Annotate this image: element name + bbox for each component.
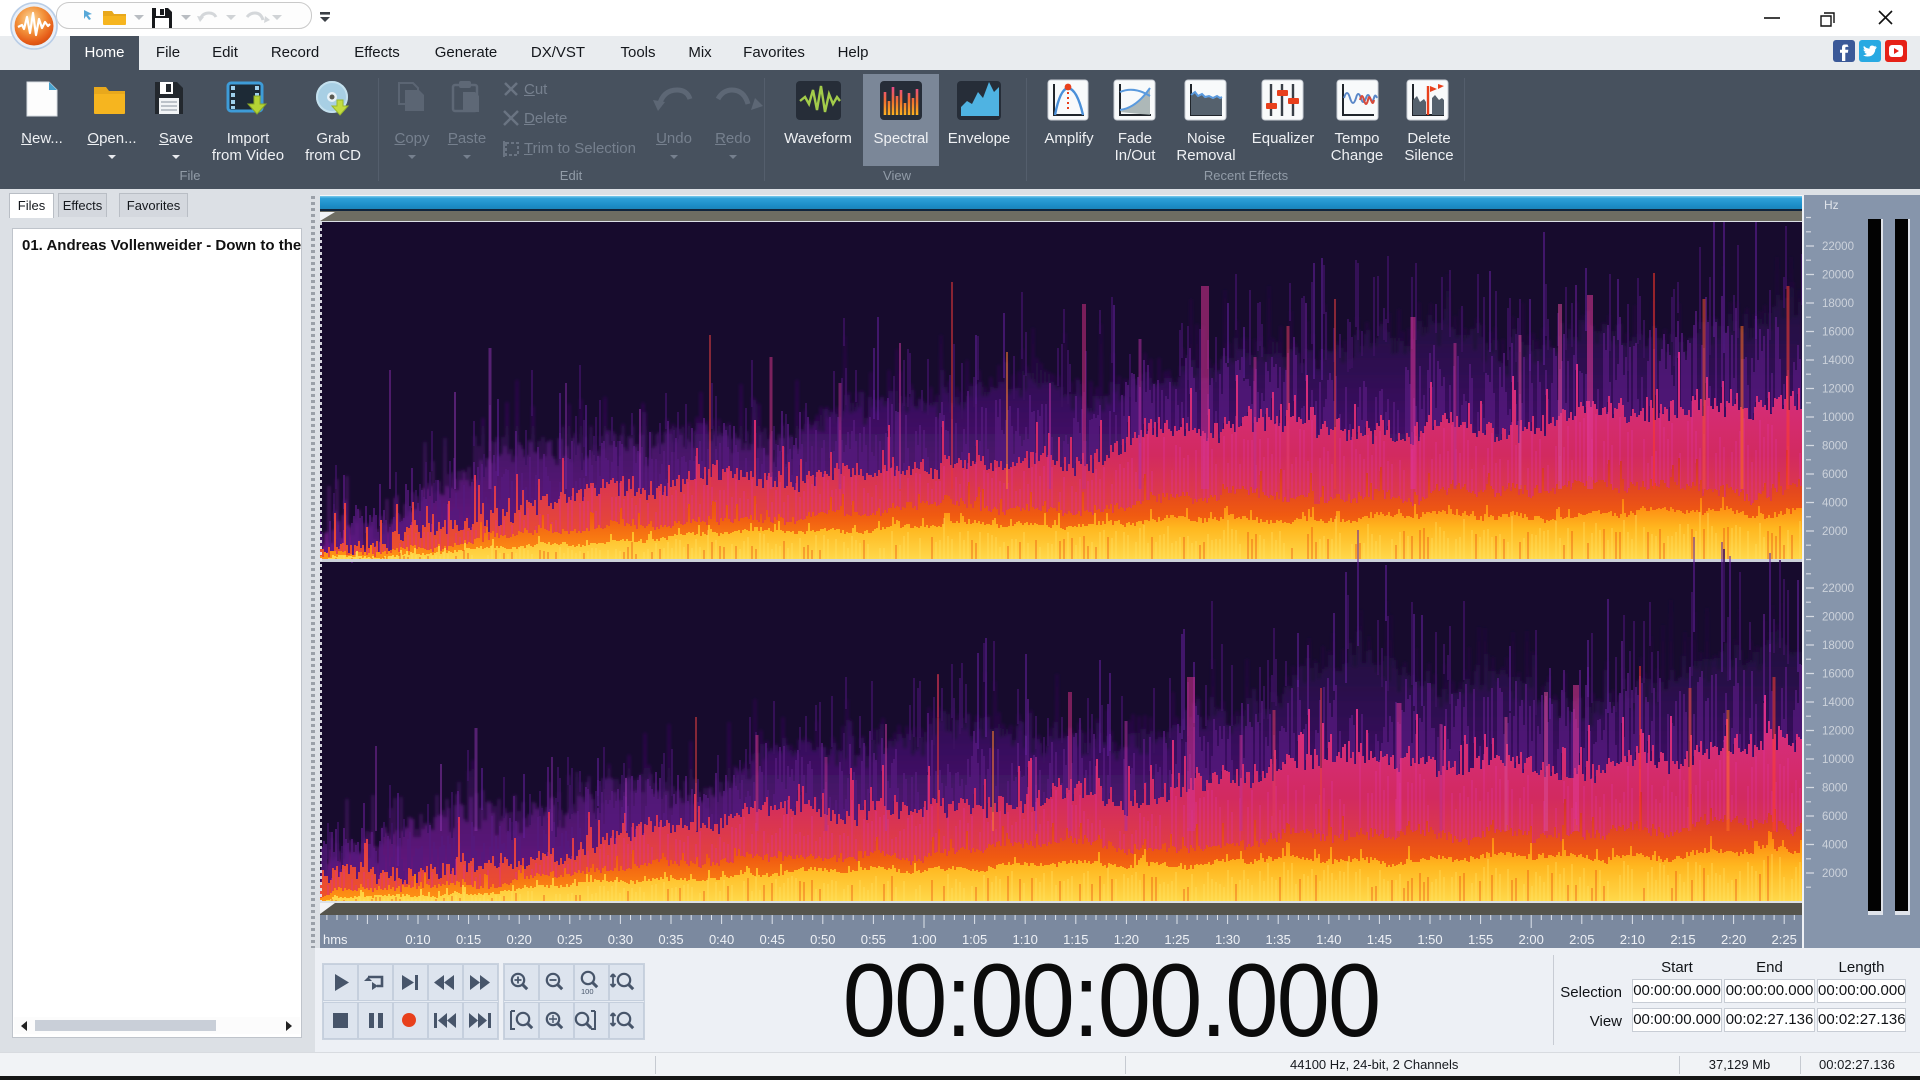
svg-text:0:35: 0:35: [658, 932, 683, 947]
svg-text:2:20: 2:20: [1721, 932, 1746, 947]
svg-text:2:25: 2:25: [1772, 932, 1797, 947]
svg-text:Hz: Hz: [1824, 198, 1839, 212]
svg-text:1:50: 1:50: [1417, 932, 1442, 947]
svg-text:10000: 10000: [1822, 412, 1854, 424]
svg-text:22000: 22000: [1822, 583, 1854, 595]
svg-text:2000: 2000: [1822, 526, 1848, 538]
svg-text:0:10: 0:10: [405, 932, 430, 947]
svg-text:4000: 4000: [1822, 840, 1848, 852]
svg-text:2000: 2000: [1822, 868, 1848, 880]
svg-text:0:25: 0:25: [557, 932, 582, 947]
svg-text:6000: 6000: [1822, 811, 1848, 823]
svg-text:0:40: 0:40: [709, 932, 734, 947]
svg-text:0:30: 0:30: [608, 932, 633, 947]
svg-text:22000: 22000: [1822, 241, 1854, 253]
svg-text:100: 100: [581, 987, 594, 996]
svg-text:2:10: 2:10: [1620, 932, 1645, 947]
svg-text:10000: 10000: [1822, 754, 1854, 766]
svg-text:6000: 6000: [1822, 469, 1848, 481]
svg-text:20000: 20000: [1822, 270, 1854, 282]
svg-text:2:05: 2:05: [1569, 932, 1594, 947]
svg-text:1:55: 1:55: [1468, 932, 1493, 947]
svg-text:18000: 18000: [1822, 298, 1854, 310]
svg-text:16000: 16000: [1822, 327, 1854, 339]
svg-text:0:15: 0:15: [456, 932, 481, 947]
svg-text:20000: 20000: [1822, 612, 1854, 624]
svg-text:2:15: 2:15: [1670, 932, 1695, 947]
svg-text:0:20: 0:20: [507, 932, 532, 947]
svg-text:16000: 16000: [1822, 669, 1854, 681]
svg-text:hms: hms: [323, 932, 348, 947]
svg-text:4000: 4000: [1822, 498, 1848, 510]
svg-text:0:45: 0:45: [760, 932, 785, 947]
svg-text:2:00: 2:00: [1519, 932, 1544, 947]
svg-text:8000: 8000: [1822, 441, 1848, 453]
svg-text:14000: 14000: [1822, 355, 1854, 367]
svg-text:14000: 14000: [1822, 697, 1854, 709]
svg-text:12000: 12000: [1822, 384, 1854, 396]
svg-text:8000: 8000: [1822, 783, 1848, 795]
svg-text:18000: 18000: [1822, 640, 1854, 652]
svg-text:0:50: 0:50: [810, 932, 835, 947]
svg-text:12000: 12000: [1822, 726, 1854, 738]
